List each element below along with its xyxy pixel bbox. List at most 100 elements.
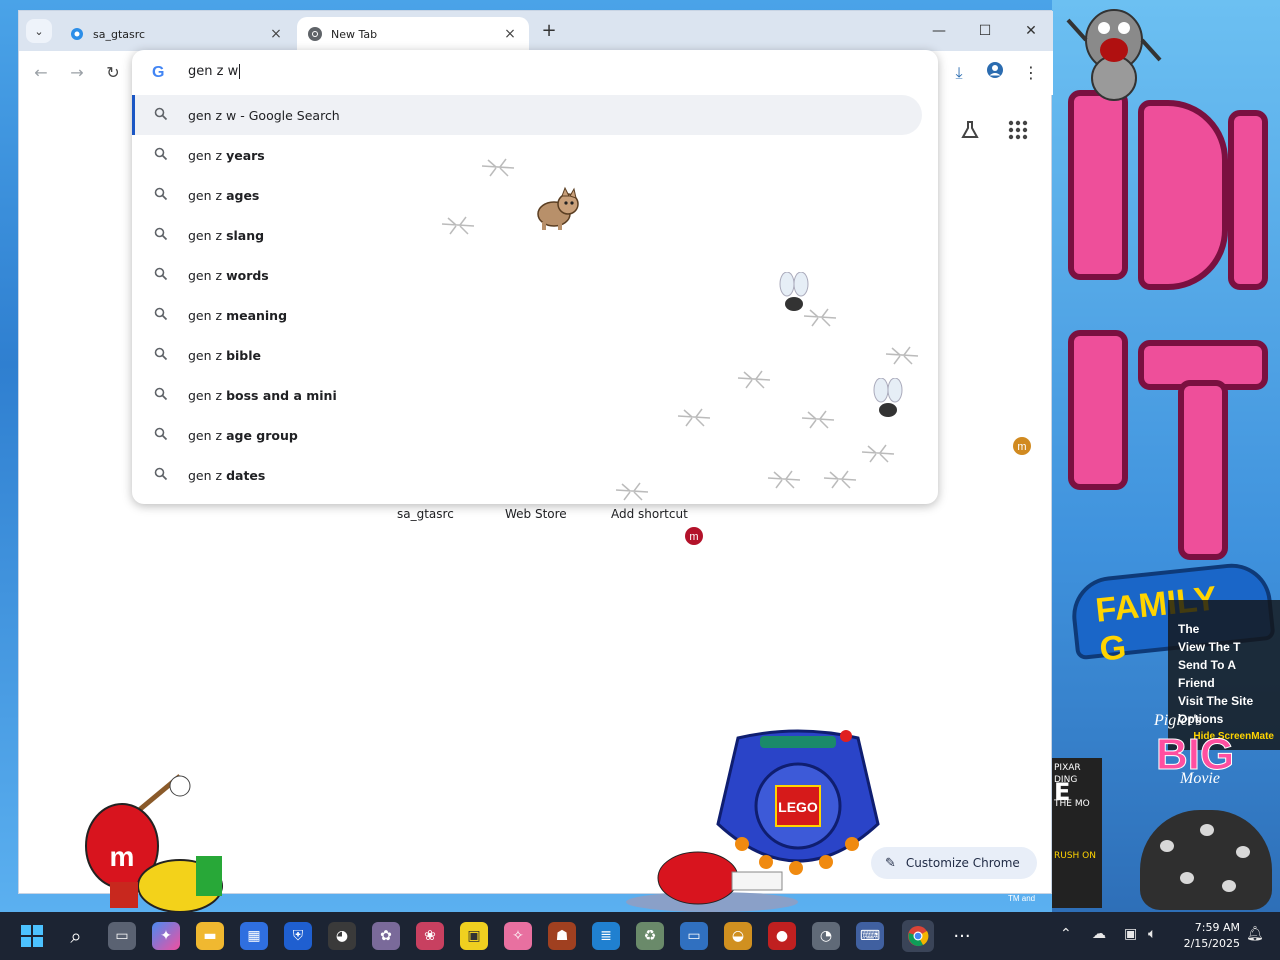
more-apps-button[interactable]: ··· xyxy=(948,922,976,950)
promo-line[interactable]: View The T xyxy=(1178,638,1274,656)
app-button-7[interactable]: ✿ xyxy=(372,922,400,950)
app-button-17[interactable]: ◔ xyxy=(812,922,840,950)
app-button-8[interactable]: ❀ xyxy=(416,922,444,950)
arrow-right-icon: → xyxy=(70,63,84,82)
mosquito-sprite xyxy=(478,156,518,178)
suggestion-completion: words xyxy=(226,267,269,283)
mm-letter: m xyxy=(110,841,135,872)
network-icon[interactable]: ☁ xyxy=(1092,926,1106,942)
suggestion-completion: dates xyxy=(226,467,266,483)
close-window-button[interactable]: ✕ xyxy=(1015,19,1047,43)
suggestion-row[interactable]: gen z years xyxy=(132,135,938,175)
suggestion-list: gen z w - Google Search gen z years gen z … xyxy=(132,95,938,495)
suggestion-row[interactable]: gen z bible xyxy=(132,335,938,375)
suggestion-row[interactable]: gen z dates xyxy=(132,455,938,495)
omnibox-input[interactable]: G gen z w xyxy=(132,50,938,94)
suggestion-row[interactable]: gen z words xyxy=(132,255,938,295)
monitor-app-button[interactable]: ▭ xyxy=(680,922,708,950)
notifications-button[interactable]: 🔔︎ xyxy=(1246,926,1264,942)
apps-button[interactable] xyxy=(1007,119,1029,145)
customize-chrome-button[interactable]: ✎ Customize Chrome xyxy=(871,847,1037,879)
reload-button[interactable]: ↻ xyxy=(101,61,125,85)
new-tab-button[interactable]: + xyxy=(537,21,561,43)
suggestion-completion: years xyxy=(226,147,265,163)
suggestion-search-row[interactable]: gen z w - Google Search xyxy=(132,95,922,135)
pixar-strip: PIXAR DING E THE MO RUSH ON xyxy=(1052,758,1102,908)
suggestion-completion: slang xyxy=(226,227,265,243)
file-explorer-button[interactable]: ▬ xyxy=(196,922,224,950)
clock-time: 7:59 AM xyxy=(1194,921,1240,934)
suggestion-prefix: gen z xyxy=(188,387,227,403)
tab-new-tab[interactable]: New Tab × xyxy=(297,17,529,51)
suggestion-text: gen z slang xyxy=(188,228,264,243)
folder-icon: ▬ xyxy=(203,928,217,944)
mosquito-sprite xyxy=(798,408,838,430)
maximize-button[interactable]: ☐ xyxy=(969,19,1001,43)
mosquito-sprite xyxy=(438,214,478,236)
apps-grid-icon xyxy=(1008,120,1028,140)
screenmate-cat-top xyxy=(1064,0,1164,110)
shortcut-add[interactable]: Add shortcut xyxy=(611,507,688,521)
suggestion-prefix: gen z xyxy=(188,187,227,203)
search-icon xyxy=(154,347,170,363)
download-icon: ⤓ xyxy=(955,63,963,82)
copilot-button[interactable]: ✦ xyxy=(152,922,180,950)
recycle-button[interactable]: ♻ xyxy=(636,922,664,950)
suggestion-text: gen z years xyxy=(188,148,265,163)
pixar-line: E xyxy=(1054,778,1071,806)
close-tab-icon[interactable]: × xyxy=(501,26,519,42)
spongebob-icon: ▣ xyxy=(467,928,481,944)
task-view-button[interactable]: ▭ xyxy=(108,922,136,950)
close-tab-icon[interactable]: × xyxy=(267,26,285,42)
mosquito-sprite xyxy=(882,344,922,366)
store-button[interactable]: ▦ xyxy=(240,922,268,950)
shortcut-sa-gtasrc[interactable]: sa_gtasrc xyxy=(397,507,454,521)
suggestion-prefix: gen z xyxy=(188,347,227,363)
tab-sa-gtasrc[interactable]: sa_gtasrc × xyxy=(59,17,295,51)
app-button-10[interactable]: ✧ xyxy=(504,922,532,950)
promo-line[interactable]: The xyxy=(1178,620,1274,638)
security-button[interactable]: ⛨ xyxy=(284,922,312,950)
app-button-11[interactable]: ☗ xyxy=(548,922,576,950)
cat-app-button[interactable]: ◕ xyxy=(328,922,356,950)
profile-button[interactable] xyxy=(981,61,1009,85)
chevron-up-icon: ⌃ xyxy=(1060,926,1072,942)
show-hidden-icons[interactable]: ⌃ xyxy=(1060,926,1072,942)
display-icon[interactable]: ▣ xyxy=(1124,926,1137,942)
search-icon xyxy=(154,307,170,323)
tab-title: sa_gtasrc xyxy=(93,27,146,41)
app-button-16[interactable]: ● xyxy=(768,922,796,950)
minimize-button[interactable]: — xyxy=(923,19,955,43)
app-button-18[interactable]: ⌨ xyxy=(856,922,884,950)
fly-sprite xyxy=(870,377,906,426)
downloads-button[interactable]: ⤓ xyxy=(945,61,973,85)
notepad-button[interactable]: ≣ xyxy=(592,922,620,950)
search-button[interactable]: ⌕ xyxy=(62,922,90,950)
start-button[interactable] xyxy=(18,922,46,950)
chrome-taskbar-button[interactable] xyxy=(902,920,934,952)
tab-search-button[interactable]: ⌄ xyxy=(26,19,52,43)
spongebob-button[interactable]: ▣ xyxy=(460,922,488,950)
app-button-15[interactable]: ◒ xyxy=(724,922,752,950)
back-button[interactable]: ← xyxy=(29,61,53,85)
chrome-menu-button[interactable]: ⋮ xyxy=(1017,61,1045,85)
computer-icon: ⌨ xyxy=(859,928,881,944)
chrome-icon xyxy=(307,26,323,42)
mm-characters-sprite: m xyxy=(70,766,270,916)
forward-button[interactable]: → xyxy=(65,61,89,85)
promo-line[interactable]: Send To A Friend xyxy=(1178,656,1274,692)
pencil-icon: ✎ xyxy=(885,855,896,871)
clock[interactable]: 7:59 AM 2/15/2025 xyxy=(1180,920,1240,952)
suggestion-prefix: gen z xyxy=(188,147,227,163)
labs-button[interactable] xyxy=(959,119,981,145)
suggestion-text: gen z age group xyxy=(188,428,298,443)
omnibox-text[interactable]: gen z w xyxy=(188,64,241,79)
search-icon xyxy=(154,427,170,443)
volume-icon[interactable]: 🔈︎ xyxy=(1148,926,1156,942)
shortcut-web-store[interactable]: Web Store xyxy=(505,507,567,521)
promo-line[interactable]: Visit The Site xyxy=(1178,692,1274,710)
piglet-title: Piglet's xyxy=(1154,712,1202,729)
mosquito-sprite xyxy=(858,442,898,464)
search-icon xyxy=(154,187,170,203)
suggestion-text: gen z bible xyxy=(188,348,261,363)
